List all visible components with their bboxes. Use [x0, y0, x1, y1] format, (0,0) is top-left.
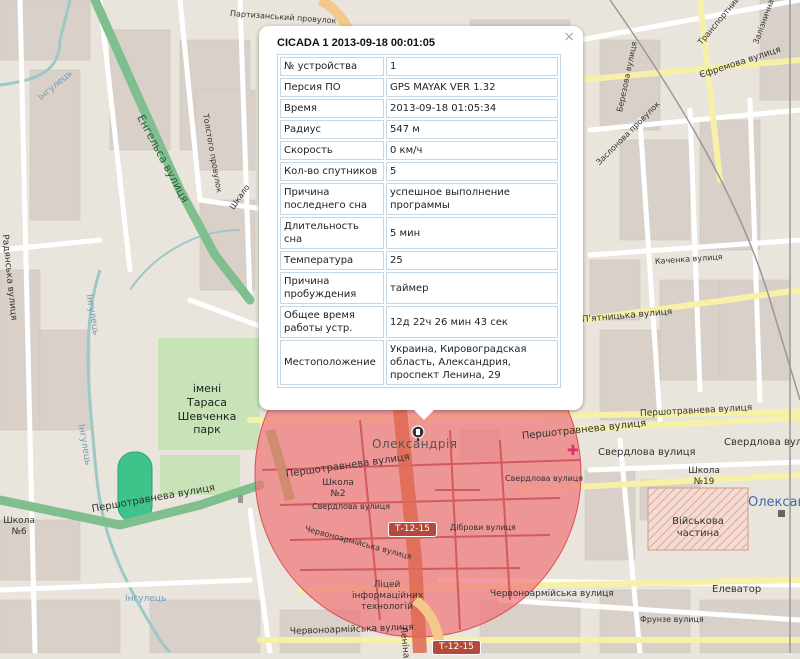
poi-school-6: Школа №6 — [3, 516, 35, 537]
poi-lyceum: Ліцей інформаційних технологій — [352, 580, 424, 612]
street-label-sverdlova-1: Свердлова вулиця — [312, 502, 391, 511]
row-value: 25 — [386, 251, 558, 270]
row-value: GPS MAYAK VER 1.32 — [386, 78, 558, 97]
table-row: Радиус 547 м — [280, 120, 558, 139]
table-row: Общее время работы устр. 12д 22ч 26 мин 4… — [280, 306, 558, 338]
row-value: 12д 22ч 26 мин 43 сек — [386, 306, 558, 338]
street-label-frunze: Фрунзе вулиця — [640, 615, 704, 624]
row-key: Температура — [280, 251, 384, 270]
row-key: Местоположение — [280, 340, 384, 385]
row-value: 547 м — [386, 120, 558, 139]
road-shield: Т-12-15 — [388, 522, 437, 537]
row-value: успешное выполнение программы — [386, 183, 558, 215]
info-popup: CICADA 1 2013-09-18 00:01:05 × № устройс… — [259, 26, 583, 420]
row-value: 5 — [386, 162, 558, 181]
table-row: Время 2013-09-18 01:05:34 — [280, 99, 558, 118]
row-key: Время — [280, 99, 384, 118]
row-key: Радиус — [280, 120, 384, 139]
city-label-right: Олександ — [748, 495, 800, 510]
row-value: 0 км/ч — [386, 141, 558, 160]
table-row: Местоположение Украина, Кировоградская об… — [280, 340, 558, 385]
street-label-sverdlova-4: Свердлова вулиця — [724, 437, 800, 448]
table-row: Персия ПО GPS MAYAK VER 1.32 — [280, 78, 558, 97]
river-label-ingulets-4: Інгулець — [125, 594, 167, 604]
park-label: імені Тараса Шевченка парк — [177, 382, 237, 437]
row-key: Персия ПО — [280, 78, 384, 97]
device-marker-icon[interactable] — [411, 425, 425, 441]
street-label-sverdlova-2: Свердлова вулиця — [505, 474, 584, 483]
street-label-chervonoarm-2: Червоноармійська вулиця — [490, 589, 614, 599]
row-key: Скорость — [280, 141, 384, 160]
table-row: Скорость 0 км/ч — [280, 141, 558, 160]
row-key: № устройства — [280, 57, 384, 76]
table-row: Причина пробуждения таймер — [280, 272, 558, 304]
row-key: Кол-во спутников — [280, 162, 384, 181]
row-key: Причина пробуждения — [280, 272, 384, 304]
svg-text:✚: ✚ — [567, 443, 579, 459]
popup-title: CICADA 1 2013-09-18 00:01:05 — [277, 37, 435, 49]
row-value: 1 — [386, 57, 558, 76]
row-value: Украина, Кировоградская область, Алексан… — [386, 340, 558, 385]
row-key: Длительность сна — [280, 217, 384, 249]
close-icon[interactable]: × — [563, 29, 575, 45]
table-row: Температура 25 — [280, 251, 558, 270]
table-row: Причина последнего сна успешное выполнени… — [280, 183, 558, 215]
table-row: Длительность сна 5 мин — [280, 217, 558, 249]
row-value: таймер — [386, 272, 558, 304]
row-value: 2013-09-18 01:05:34 — [386, 99, 558, 118]
row-key: Общее время работы устр. — [280, 306, 384, 338]
street-label-sverdlova-3: Свердлова вулиця — [598, 447, 696, 458]
table-row: № устройства 1 — [280, 57, 558, 76]
poi-school-19: Школа №19 — [688, 466, 720, 487]
street-label-dubrovy: Діброви вулиця — [450, 523, 516, 532]
table-row: Кол-во спутников 5 — [280, 162, 558, 181]
street-label-lenina: Леніна — [397, 625, 411, 659]
poi-military: Військова частина — [672, 516, 724, 539]
poi-elevator: Елеватор — [712, 584, 762, 595]
poi-school-2: Школа №2 — [322, 478, 354, 499]
row-key: Причина последнего сна — [280, 183, 384, 215]
row-value: 5 мин — [386, 217, 558, 249]
info-table: № устройства 1 Персия ПО GPS MAYAK VER 1.32… — [277, 54, 561, 388]
